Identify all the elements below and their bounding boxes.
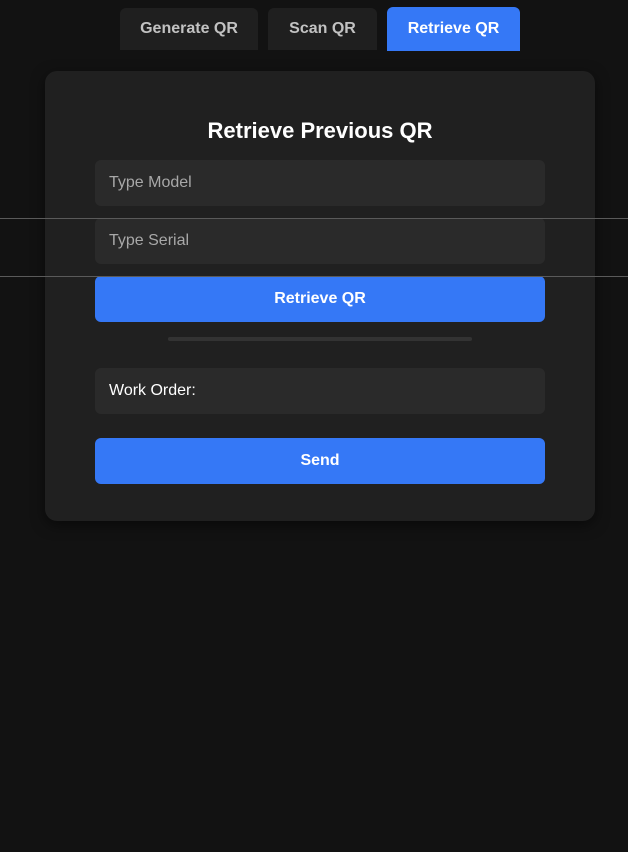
tab-generate-qr[interactable]: Generate QR bbox=[120, 8, 258, 50]
tab-retrieve-qr[interactable]: Retrieve QR bbox=[387, 7, 520, 51]
tab-scan-qr[interactable]: Scan QR bbox=[268, 8, 377, 50]
retrieve-qr-button[interactable]: Retrieve QR bbox=[95, 276, 545, 322]
overlay-line bbox=[0, 276, 628, 277]
card-title: Retrieve Previous QR bbox=[207, 118, 433, 143]
send-button[interactable]: Send bbox=[95, 438, 545, 484]
work-order-label: Work Order: bbox=[109, 382, 196, 399]
model-input[interactable] bbox=[95, 160, 545, 206]
retrieve-card: Retrieve Previous QR Retrieve QR Work Or… bbox=[45, 71, 595, 521]
divider bbox=[168, 337, 472, 341]
tab-bar: Generate QR Scan QR Retrieve QR bbox=[0, 7, 628, 51]
overlay-line bbox=[0, 218, 628, 219]
work-order-field: Work Order: bbox=[95, 368, 545, 414]
serial-input[interactable] bbox=[95, 218, 545, 264]
